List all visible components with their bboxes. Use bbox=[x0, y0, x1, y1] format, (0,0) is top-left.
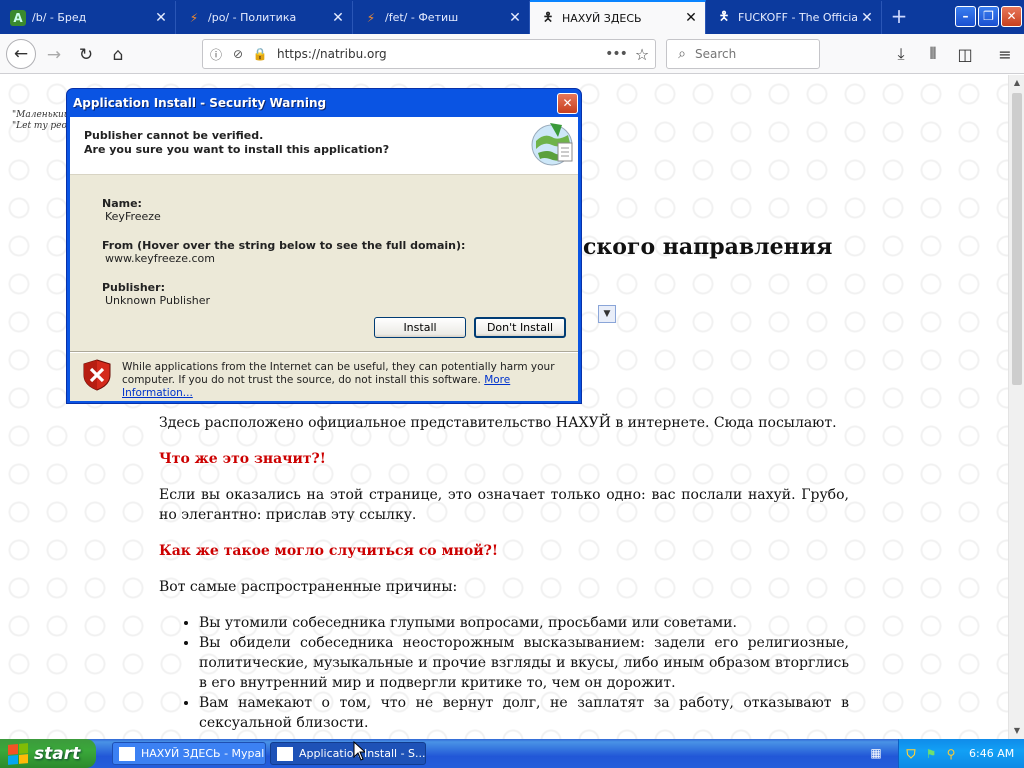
epigraph-line: "Let my peop bbox=[12, 121, 72, 131]
keyboard-icon[interactable]: ▦ bbox=[868, 746, 884, 760]
taskbar: start НАХУЙ ЗДЕСЬ - Mypal Application In… bbox=[0, 739, 1024, 768]
vertical-scrollbar[interactable]: ▲ ▼ bbox=[1008, 75, 1024, 739]
tab-title: /po/ - Политика bbox=[208, 11, 297, 24]
taskbar-item-dialog[interactable]: Application Install - S... bbox=[270, 742, 426, 765]
close-window-button[interactable]: ✕ bbox=[1001, 6, 1022, 27]
reasons-list: Вы утомили собеседника глупыми вопросами… bbox=[159, 613, 849, 733]
close-tab-icon[interactable]: ✕ bbox=[683, 10, 699, 26]
lightning-icon: ⚡ bbox=[366, 10, 376, 25]
tab-title: /b/ - Бред bbox=[32, 11, 87, 24]
publisher-label: Publisher: bbox=[102, 281, 165, 294]
network-icon[interactable]: ⚑ bbox=[923, 746, 939, 762]
dialog-question: Are you sure you want to install this ap… bbox=[84, 143, 390, 156]
search-tray-icon[interactable]: ⚲ bbox=[943, 746, 959, 762]
lightning-icon: ⚡ bbox=[189, 10, 199, 25]
navigation-bar: ← → ↻ ⌂ ⓘ ⊘ 🔒 https://natribu.org ••• ☆ … bbox=[0, 34, 1024, 74]
scroll-thumb[interactable] bbox=[1012, 93, 1022, 385]
tab-strip: A /b/ - Бред ✕ ⚡ /po/ - Политика ✕ ⚡ /fe… bbox=[0, 0, 1024, 34]
start-button[interactable]: start bbox=[0, 739, 96, 768]
tab-title: /fet/ - Фетиш bbox=[385, 11, 459, 24]
system-tray: ⛉ ⚑ ⚲ 6:46 AM bbox=[898, 739, 1024, 768]
name-value: KeyFreeze bbox=[105, 210, 161, 223]
dialog-heading: Publisher cannot be verified. bbox=[84, 129, 264, 142]
man-pointing-icon: 🯅 bbox=[718, 9, 730, 23]
publisher-value: Unknown Publisher bbox=[105, 294, 211, 307]
clickonce-globe-icon bbox=[531, 123, 573, 166]
warning-text: While applications from the Internet can… bbox=[122, 361, 572, 400]
security-shield-tray-icon[interactable]: ⛉ bbox=[903, 746, 919, 762]
paragraph: Здесь расположено официальное представит… bbox=[159, 415, 837, 431]
scroll-up-arrow-icon[interactable]: ▲ bbox=[1009, 75, 1024, 91]
page-heading: ского направления bbox=[583, 234, 833, 260]
forward-button[interactable]: → bbox=[40, 41, 68, 69]
back-button[interactable]: ← bbox=[6, 39, 36, 69]
close-tab-icon[interactable]: ✕ bbox=[330, 10, 346, 26]
divider bbox=[70, 351, 578, 353]
tab-title: НАХУЙ ЗДЕСЬ bbox=[562, 11, 642, 25]
man-pointing-icon: 🯅 bbox=[542, 9, 554, 24]
window-icon bbox=[277, 746, 293, 761]
close-tab-icon[interactable]: ✕ bbox=[507, 10, 523, 26]
dialog-title: Application Install - Security Warning bbox=[73, 96, 327, 110]
page-actions-icon[interactable]: ••• bbox=[603, 46, 629, 62]
dropdown-arrow-icon[interactable]: ▼ bbox=[598, 305, 616, 323]
paragraph: Если вы оказались на этой странице, это … bbox=[159, 487, 849, 523]
tab-b[interactable]: A /b/ - Бред ✕ bbox=[0, 1, 176, 34]
dialog-close-button[interactable]: ✕ bbox=[557, 93, 578, 114]
reload-button[interactable]: ↻ bbox=[72, 41, 100, 69]
security-warning-dialog: Application Install - Security Warning ✕… bbox=[66, 88, 582, 404]
bookmark-star-icon[interactable]: ☆ bbox=[629, 45, 655, 64]
taskbar-item-label: НАХУЙ ЗДЕСЬ - Mypal bbox=[141, 747, 265, 760]
library-icon[interactable]: ⫴ bbox=[920, 41, 946, 67]
epigraph: "Маленький ш "Let my peop bbox=[12, 110, 72, 132]
lock-icon[interactable]: 🔒 bbox=[251, 47, 269, 61]
name-label: Name: bbox=[102, 197, 142, 210]
security-shield-icon bbox=[83, 359, 111, 391]
search-icon: ⌕ bbox=[678, 46, 686, 62]
taskbar-item-browser[interactable]: НАХУЙ ЗДЕСЬ - Mypal bbox=[112, 742, 266, 765]
windows-logo-icon bbox=[8, 742, 28, 765]
2ch-icon: A bbox=[10, 9, 26, 26]
mouse-cursor-icon bbox=[353, 741, 365, 761]
scroll-down-arrow-icon[interactable]: ▼ bbox=[1009, 723, 1024, 739]
clock: 6:46 AM bbox=[969, 747, 1015, 760]
epigraph-line: "Маленький ш bbox=[12, 110, 72, 120]
search-bar[interactable]: ⌕ bbox=[666, 39, 820, 69]
tab-fet[interactable]: ⚡ /fet/ - Фетиш ✕ bbox=[353, 1, 530, 34]
section-heading: Что же это значит?! bbox=[159, 451, 326, 467]
article: Здесь расположено официальное представит… bbox=[159, 413, 849, 733]
url-bar[interactable]: ⓘ ⊘ 🔒 https://natribu.org ••• ☆ bbox=[202, 39, 656, 69]
tab-fuckoff[interactable]: 🯅 FUCKOFF - The Official ✕ bbox=[706, 1, 882, 34]
from-label: From (Hover over the string below to see… bbox=[102, 239, 466, 252]
home-button[interactable]: ⌂ bbox=[104, 41, 132, 69]
menu-icon[interactable]: ≡ bbox=[992, 41, 1018, 67]
dialog-header: Publisher cannot be verified. Are you su… bbox=[70, 117, 578, 175]
list-item: Вы обидели собеседника неосторожным выск… bbox=[199, 633, 849, 693]
new-tab-button[interactable]: + bbox=[888, 6, 910, 28]
tab-title: FUCKOFF - The Official bbox=[738, 11, 859, 24]
close-tab-icon[interactable]: ✕ bbox=[153, 10, 169, 26]
list-item: Вы утомили собеседника глупыми вопросами… bbox=[199, 613, 849, 633]
url-text[interactable]: https://natribu.org bbox=[277, 47, 603, 61]
downloads-icon[interactable]: ⤓ bbox=[888, 41, 914, 67]
list-item: Вам намекают о том, что не вернут долг, … bbox=[199, 693, 849, 733]
from-value[interactable]: www.keyfreeze.com bbox=[105, 252, 215, 265]
tab-active[interactable]: 🯅 НАХУЙ ЗДЕСЬ ✕ bbox=[530, 0, 706, 34]
restore-button[interactable]: ❐ bbox=[978, 6, 999, 27]
dialog-body: Publisher cannot be verified. Are you su… bbox=[70, 117, 578, 401]
tab-po[interactable]: ⚡ /po/ - Политика ✕ bbox=[176, 1, 353, 34]
close-tab-icon[interactable]: ✕ bbox=[859, 10, 875, 26]
section-heading: Как же такое могло случиться со мной?! bbox=[159, 543, 498, 559]
tracking-icon[interactable]: ⊘ bbox=[229, 47, 247, 61]
minimize-button[interactable]: – bbox=[955, 6, 976, 27]
info-icon[interactable]: ⓘ bbox=[207, 46, 225, 63]
install-button[interactable]: Install bbox=[374, 317, 466, 338]
dont-install-button[interactable]: Don't Install bbox=[474, 317, 566, 338]
start-label: start bbox=[34, 743, 81, 764]
paragraph: Вот самые распространенные причины: bbox=[159, 579, 458, 595]
search-input[interactable] bbox=[693, 46, 803, 62]
browser-window-icon bbox=[119, 746, 135, 761]
sidebar-icon[interactable]: ◫ bbox=[952, 41, 978, 67]
